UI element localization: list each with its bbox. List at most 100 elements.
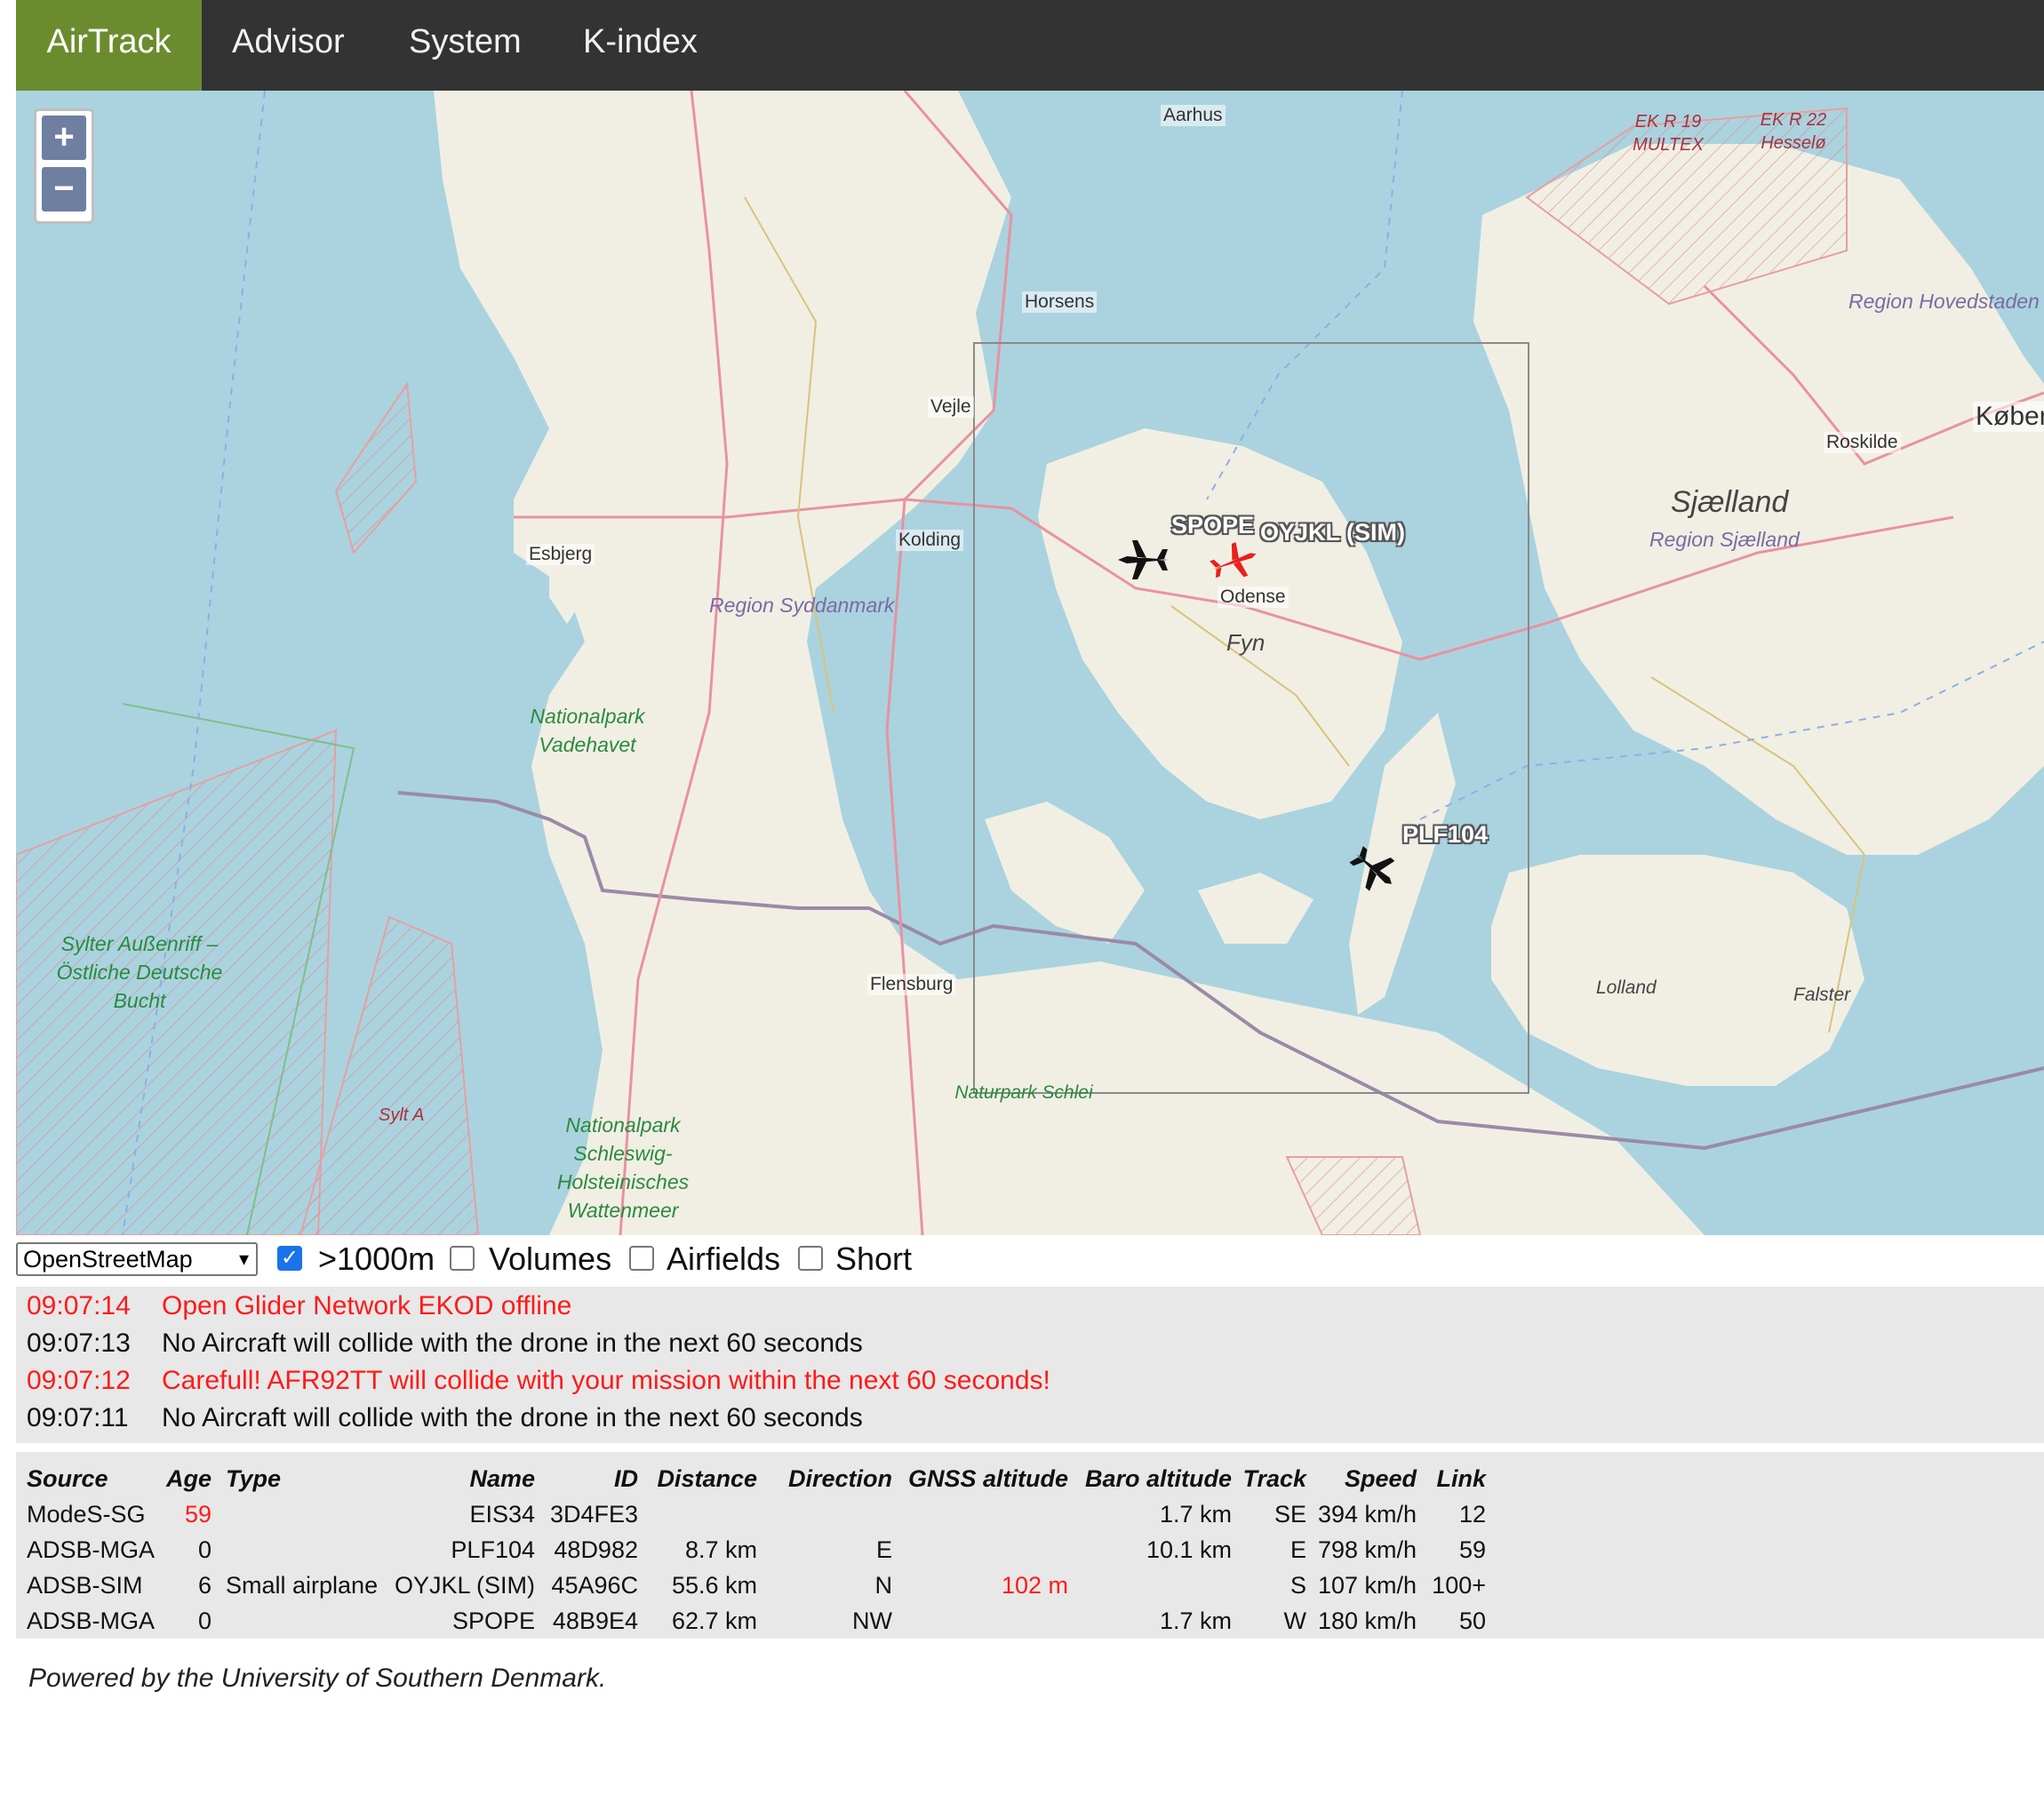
map-label-flensburg: Flensburg xyxy=(867,974,956,995)
col-header-name: Name xyxy=(469,1465,535,1492)
cell-link: 100+ xyxy=(1432,1572,1486,1599)
filter-short-label: Short xyxy=(835,1241,913,1277)
cell-speed: 394 km/h xyxy=(1317,1501,1417,1528)
filter-short-checkbox[interactable] xyxy=(798,1246,823,1271)
chevron-down-icon: ▾ xyxy=(238,1248,249,1270)
map-label-falster: Falster xyxy=(1793,985,1851,1005)
cell-direction: E xyxy=(875,1536,892,1563)
map-view[interactable]: + − Aarhus Horsens Vejle Kolding Esbjerg… xyxy=(16,91,2044,1235)
col-header-id: ID xyxy=(614,1465,638,1492)
filter-volumes-label: Volumes xyxy=(489,1241,612,1277)
col-header-direction: Direction xyxy=(787,1465,892,1492)
cell-track: SE xyxy=(1274,1501,1306,1528)
cell-source: ModeS-SG xyxy=(27,1501,146,1528)
cell-id: 3D4FE3 xyxy=(549,1501,638,1528)
aircraft-table: Source Age Type Name ID Distance Directi… xyxy=(16,1452,2044,1639)
footer-text: Powered by the University of Southern De… xyxy=(28,1663,607,1693)
map-controls: OpenStreetMap ▾ ✓ >1000m Volumes Airfiel… xyxy=(16,1237,2044,1283)
cell-link: 50 xyxy=(1458,1608,1486,1634)
map-label-ekr19: EK R 19 MULTEX xyxy=(1633,112,1704,155)
col-header-source: Source xyxy=(27,1465,108,1492)
map-label-ekr22: EK R 22 Hesselø xyxy=(1760,110,1827,153)
map-label-np-vadehavet: Nationalpark Vadehavet xyxy=(530,705,645,756)
map-layer-value: OpenStreetMap xyxy=(23,1246,193,1272)
event-log: 09:07:14 Open Glider Network EKOD offlin… xyxy=(16,1287,2044,1443)
map-layer-select[interactable]: OpenStreetMap ▾ xyxy=(16,1242,258,1276)
aircraft-label-oyjkl: OYJKL (SIM) xyxy=(1260,519,1406,546)
cell-link: 59 xyxy=(1458,1536,1486,1563)
zoom-in-button[interactable]: + xyxy=(42,116,86,160)
cell-track: W xyxy=(1283,1608,1306,1634)
col-header-age: Age xyxy=(165,1465,212,1492)
log-message: Open Glider Network EKOD offline xyxy=(162,1291,572,1320)
filter-1000m-checkbox[interactable]: ✓ xyxy=(277,1246,302,1271)
log-message: Carefull! AFR92TT will collide with your… xyxy=(162,1366,1050,1395)
cell-baro-altitude: 10.1 km xyxy=(1146,1536,1232,1563)
map-label-roskilde: Roskilde xyxy=(1824,432,1901,453)
map-label-kolding: Kolding xyxy=(896,530,964,551)
map-label-naturpark-schlei: Naturpark Schlei xyxy=(954,1082,1093,1103)
cell-name: EIS34 xyxy=(469,1501,535,1528)
map-label-sylter: Sylter Außenriff – Östliche Deutsche Buc… xyxy=(56,932,223,1012)
cell-age: 6 xyxy=(197,1572,212,1599)
cell-distance: 8.7 km xyxy=(684,1536,757,1563)
map-label-np-schleswig: Nationalpark Schleswig-Holsteinisches Wa… xyxy=(556,1113,690,1222)
cell-age: 59 xyxy=(184,1501,212,1528)
map-label-fyn: Fyn xyxy=(1226,629,1266,656)
map-label-sylt-a: Sylt A xyxy=(379,1105,425,1125)
cell-gnss-altitude: 102 m xyxy=(1001,1572,1068,1599)
cell-id: 48D982 xyxy=(554,1536,638,1563)
log-time: 09:07:13 xyxy=(27,1328,131,1358)
log-time: 09:07:14 xyxy=(27,1291,131,1320)
filter-airfields-checkbox[interactable] xyxy=(629,1246,654,1271)
zoom-out-button[interactable]: − xyxy=(42,167,86,211)
col-header-baro-altitude: Baro altitude xyxy=(1084,1465,1232,1492)
map-label-region-hovedstaden: Region Hovedstaden xyxy=(1848,290,2040,313)
filter-airfields-label: Airfields xyxy=(667,1241,781,1277)
col-header-gnss-altitude: GNSS altitude xyxy=(907,1465,1068,1492)
cell-source: ADSB-SIM xyxy=(27,1572,143,1599)
log-message: No Aircraft will collide with the drone … xyxy=(162,1403,863,1432)
map-tiles xyxy=(16,91,2044,1235)
map-label-vejle: Vejle xyxy=(928,396,974,418)
col-header-speed: Speed xyxy=(1344,1465,1417,1492)
log-message: No Aircraft will collide with the drone … xyxy=(162,1328,863,1358)
map-label-esbjerg: Esbjerg xyxy=(526,544,595,565)
nav-airtrack[interactable]: AirTrack xyxy=(16,0,202,91)
cell-track: E xyxy=(1289,1536,1306,1563)
aircraft-label-plf104: PLF104 xyxy=(1402,821,1489,848)
cell-link: 12 xyxy=(1458,1501,1486,1528)
filter-volumes-checkbox[interactable] xyxy=(450,1246,475,1271)
zoom-control: + − xyxy=(34,108,94,224)
cell-speed: 798 km/h xyxy=(1317,1536,1417,1563)
cell-track: S xyxy=(1289,1572,1306,1599)
map-label-kobenhavn: Køben xyxy=(1973,402,2044,432)
aircraft-label-spope: SPOPE xyxy=(1171,512,1255,539)
cell-id: 48B9E4 xyxy=(552,1608,638,1634)
cell-id: 45A96C xyxy=(551,1572,638,1599)
cell-direction: NW xyxy=(852,1608,892,1634)
col-header-link: Link xyxy=(1436,1465,1486,1492)
map-label-lolland: Lolland xyxy=(1596,977,1657,998)
col-header-track: Track xyxy=(1242,1465,1306,1492)
cell-name: OYJKL (SIM) xyxy=(394,1572,535,1599)
map-label-sjaelland: Sjælland xyxy=(1671,485,1789,519)
map-label-region-syddanmark: Region Syddanmark xyxy=(709,594,895,617)
log-time: 09:07:12 xyxy=(27,1366,131,1395)
cell-name: PLF104 xyxy=(451,1536,535,1563)
cell-speed: 107 km/h xyxy=(1317,1572,1417,1599)
map-label-odense: Odense xyxy=(1218,586,1289,608)
cell-baro-altitude: 1.7 km xyxy=(1159,1501,1232,1528)
cell-source: ADSB-MGA xyxy=(27,1536,156,1563)
nav-advisor[interactable]: Advisor xyxy=(232,0,345,91)
log-time: 09:07:11 xyxy=(27,1403,129,1432)
nav-system[interactable]: System xyxy=(409,0,522,91)
top-nav: AirTrack Advisor System K-index xyxy=(16,0,2044,91)
cell-age: 0 xyxy=(197,1536,212,1563)
cell-direction: N xyxy=(874,1572,893,1599)
col-header-type: Type xyxy=(226,1465,282,1492)
cell-distance: 62.7 km xyxy=(671,1608,757,1634)
cell-type: Small airplane xyxy=(226,1572,379,1599)
nav-k-index[interactable]: K-index xyxy=(583,0,698,91)
col-header-distance: Distance xyxy=(657,1465,757,1492)
